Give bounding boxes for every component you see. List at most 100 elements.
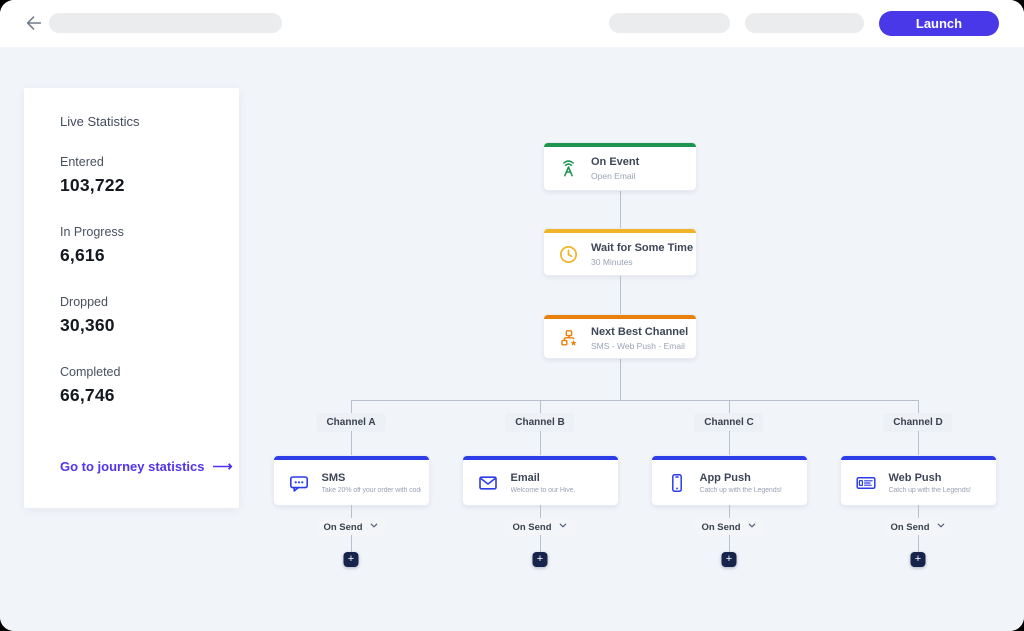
node-subtitle: Catch up with the Legends! <box>888 486 971 494</box>
chevron-down-icon <box>559 521 568 533</box>
node-title: Email <box>510 471 540 484</box>
connector-line <box>729 431 730 456</box>
node-email[interactable]: Email Welcome to our Hive. <box>462 456 618 505</box>
node-subtitle: Take 20% off your order with code ... <box>321 486 421 494</box>
hierarchy-star-icon <box>557 327 580 350</box>
launch-button[interactable]: Launch <box>879 11 999 36</box>
node-title: Next Best Channel <box>591 326 689 338</box>
topbar-action-placeholder-1[interactable] <box>609 13 730 33</box>
stat-label: Entered <box>60 155 104 169</box>
node-subtitle: 30 Minutes <box>591 256 633 267</box>
node-subtitle: Catch up with the Legends! <box>699 486 782 494</box>
journey-canvas: Live Statistics Entered 103,722 In Progr… <box>0 47 1024 631</box>
back-arrow-icon <box>23 16 45 37</box>
on-send-dropdown[interactable]: On Send <box>882 518 954 536</box>
topbar-action-placeholder-2[interactable] <box>745 13 864 33</box>
long-right-arrow-icon: ⟶ <box>212 458 233 474</box>
connector-line <box>729 535 730 552</box>
stats-title: Live Statistics <box>60 114 140 129</box>
on-send-label: On Send <box>701 521 741 533</box>
connector-line <box>620 190 621 229</box>
node-on-event[interactable]: On Event Open Email <box>544 143 696 190</box>
node-accent-bar <box>544 229 696 233</box>
back-button[interactable] <box>22 12 46 36</box>
node-accent-bar <box>544 315 696 319</box>
web-push-icon <box>854 471 878 495</box>
channel-c-label: Channel C <box>694 413 764 432</box>
add-step-button[interactable]: + <box>721 552 737 567</box>
clock-icon <box>557 243 580 266</box>
journey-statistics-link-label: Go to journey statistics <box>60 459 205 474</box>
node-accent-bar <box>840 456 996 460</box>
node-accent-bar <box>462 456 618 460</box>
connector-line <box>351 400 352 413</box>
stat-value: 30,360 <box>60 315 115 335</box>
connector-line <box>540 505 541 518</box>
stat-label: In Progress <box>60 225 124 239</box>
node-sms[interactable]: SMS Take 20% off your order with code ..… <box>273 456 429 505</box>
node-title: Web Push <box>888 471 942 484</box>
node-title: Wait for Some Time <box>591 241 694 254</box>
email-icon <box>476 471 500 495</box>
stat-value: 66,746 <box>60 385 115 405</box>
stat-entered: Entered 103,722 <box>60 155 239 196</box>
stat-label: Completed <box>60 365 121 379</box>
connector-line <box>351 431 352 456</box>
on-send-label: On Send <box>512 521 552 533</box>
channel-a-label: Channel A <box>316 413 386 432</box>
connector-line <box>729 400 730 413</box>
stat-value: 6,616 <box>60 245 105 265</box>
on-send-dropdown[interactable]: On Send <box>504 518 576 536</box>
stat-value: 103,722 <box>60 175 125 195</box>
chevron-down-icon <box>937 521 946 533</box>
connector-line <box>620 275 621 315</box>
sms-icon <box>287 471 311 495</box>
node-title: On Event <box>591 156 640 168</box>
node-title: SMS <box>321 471 346 484</box>
node-next-best-channel[interactable]: Next Best Channel SMS - Web Push - Email <box>544 315 696 358</box>
channel-d-label: Channel D <box>883 413 953 432</box>
topbar: Launch <box>0 0 1024 47</box>
stat-completed: Completed 66,746 <box>60 365 239 406</box>
app-push-icon <box>665 471 689 495</box>
on-send-label: On Send <box>323 521 363 533</box>
journey-builder-app: Launch Live Statistics Entered 103,722 I… <box>0 0 1024 631</box>
node-web-push[interactable]: Web Push Catch up with the Legends! <box>840 456 996 505</box>
node-app-push[interactable]: App Push Catch up with the Legends! <box>651 456 807 505</box>
node-accent-bar <box>273 456 429 460</box>
connector-line <box>918 505 919 518</box>
journey-title-placeholder[interactable] <box>49 13 282 33</box>
connector-line <box>918 535 919 552</box>
on-send-label: On Send <box>890 521 930 533</box>
chevron-down-icon <box>370 521 379 533</box>
journey-statistics-link[interactable]: Go to journey statistics ⟶ <box>60 458 233 475</box>
stat-label: Dropped <box>60 295 108 309</box>
antenna-icon <box>557 157 580 180</box>
node-title: App Push <box>699 471 751 484</box>
add-step-button[interactable]: + <box>532 552 548 567</box>
node-subtitle: Welcome to our Hive. <box>510 486 576 494</box>
connector-line <box>351 505 352 518</box>
on-send-dropdown[interactable]: On Send <box>693 518 765 536</box>
connector-line <box>351 535 352 552</box>
stat-dropped: Dropped 30,360 <box>60 295 239 336</box>
connector-line <box>540 431 541 456</box>
add-step-button[interactable]: + <box>343 552 359 567</box>
node-wait[interactable]: Wait for Some Time 30 Minutes <box>544 229 696 275</box>
connector-line <box>918 431 919 456</box>
connector-line <box>540 400 541 413</box>
node-subtitle: Open Email <box>591 171 636 181</box>
channel-b-label: Channel B <box>505 413 575 432</box>
connector-line <box>540 535 541 552</box>
node-accent-bar <box>544 143 696 147</box>
on-send-dropdown[interactable]: On Send <box>315 518 387 536</box>
connector-line <box>729 505 730 518</box>
node-accent-bar <box>651 456 807 460</box>
chevron-down-icon <box>748 521 757 533</box>
connector-line <box>620 358 621 400</box>
add-step-button[interactable]: + <box>910 552 926 567</box>
connector-line <box>918 400 919 413</box>
live-statistics-panel: Live Statistics Entered 103,722 In Progr… <box>24 88 239 508</box>
node-subtitle: SMS - Web Push - Email <box>591 341 685 351</box>
stat-in-progress: In Progress 6,616 <box>60 225 239 266</box>
